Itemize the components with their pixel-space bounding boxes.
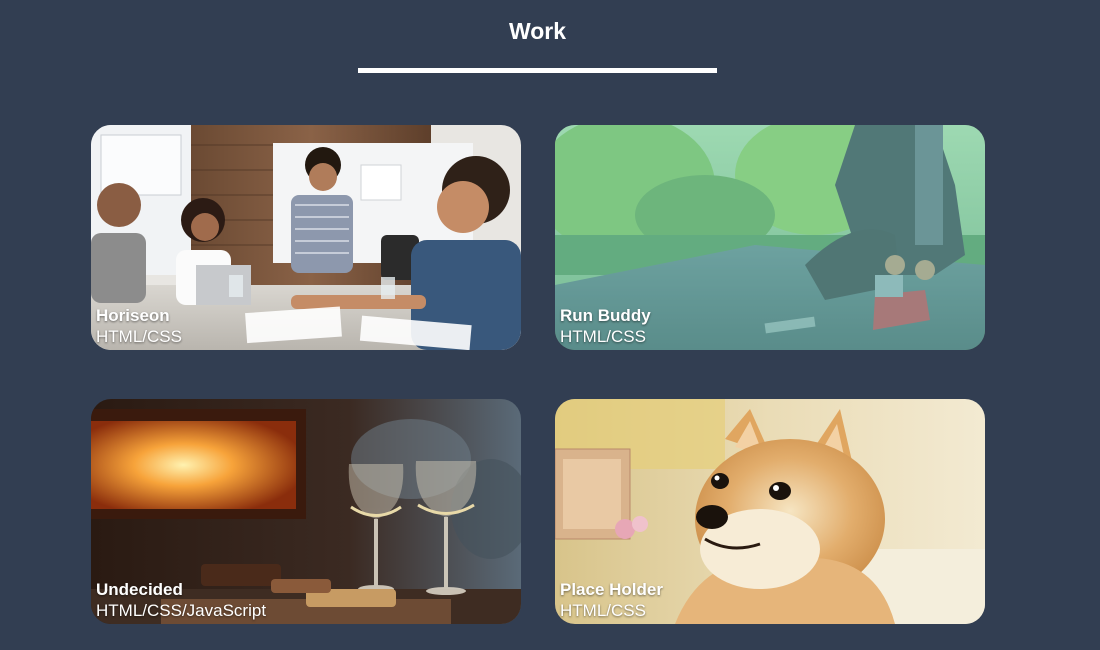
project-card-undecided[interactable]: Undecided HTML/CSS/JavaScript <box>91 399 521 624</box>
project-tech: HTML/CSS <box>560 601 646 620</box>
project-name: Horiseon <box>96 306 170 325</box>
section-title: Work <box>508 18 567 44</box>
project-tech: HTML/CSS <box>560 327 646 346</box>
project-name: Undecided <box>96 580 183 599</box>
title-underline <box>358 68 717 73</box>
work-section: Work Horiseon HTML/CSS Run Buddy HTML/CS… <box>0 0 1100 650</box>
project-tech: HTML/CSS/JavaScript <box>96 601 267 620</box>
project-name: Run Buddy <box>560 306 651 325</box>
project-card-run-buddy[interactable]: Run Buddy HTML/CSS <box>555 125 985 350</box>
project-caption: Undecided HTML/CSS/JavaScript <box>96 579 266 621</box>
project-caption: Horiseon HTML/CSS <box>96 305 182 347</box>
project-caption: Place Holder HTML/CSS <box>560 579 663 621</box>
project-tech: HTML/CSS <box>96 327 182 346</box>
project-name: Place Holder <box>560 580 663 599</box>
project-card-place-holder[interactable]: Place Holder HTML/CSS <box>555 399 985 624</box>
project-card-horiseon[interactable]: Horiseon HTML/CSS <box>91 125 521 350</box>
project-caption: Run Buddy HTML/CSS <box>560 305 651 347</box>
